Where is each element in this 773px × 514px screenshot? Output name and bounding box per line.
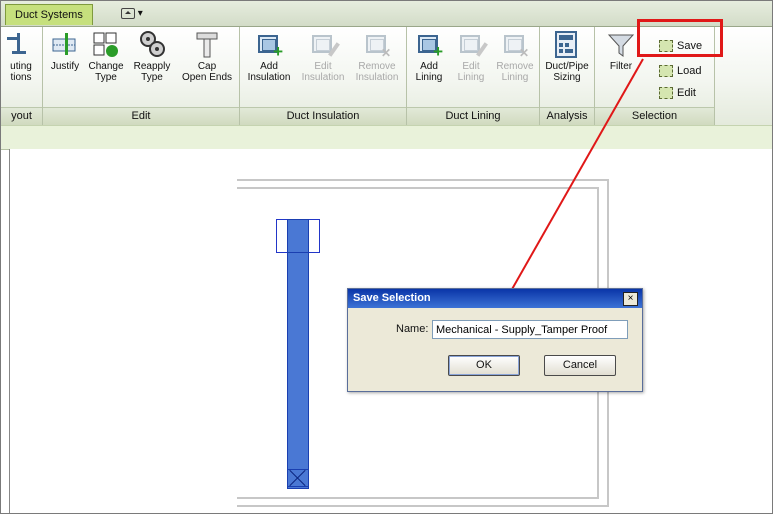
cap-open-ends-button[interactable]: Cap Open Ends xyxy=(177,29,237,83)
justify-button[interactable]: Justify xyxy=(45,29,85,72)
edit-lining-button[interactable]: Edit Lining xyxy=(451,29,491,83)
add-lining-button[interactable]: + Add Lining xyxy=(409,29,449,83)
duct-pipe-sizing-icon xyxy=(553,29,581,59)
save-highlight-box xyxy=(637,19,723,57)
change-type-icon xyxy=(92,29,120,59)
name-label: Name: xyxy=(396,323,429,335)
quick-access-dropdown[interactable]: ▾ xyxy=(121,7,147,20)
panel-layout: uting tions yout xyxy=(1,27,43,125)
dialog-title: Save Selection xyxy=(353,292,431,304)
filter-funnel-icon xyxy=(607,29,635,59)
tab-duct-systems[interactable]: Duct Systems xyxy=(5,4,93,25)
remove-lining-icon: ✕ xyxy=(501,29,529,59)
routing-solutions-button[interactable]: uting tions xyxy=(1,29,41,83)
justify-icon xyxy=(51,29,79,59)
panel-title-duct-lining: Duct Lining xyxy=(407,107,539,125)
selection-name-input[interactable] xyxy=(432,320,628,339)
panel-duct-lining: + Add Lining Edit Lining ✕ Remove Lining… xyxy=(407,27,540,125)
cap-open-ends-icon xyxy=(193,29,221,59)
panel-title-analysis: Analysis xyxy=(540,107,594,125)
add-insulation-button[interactable]: + Add Insulation xyxy=(243,29,295,83)
duct-pipe-sizing-button[interactable]: Duct/Pipe Sizing xyxy=(542,29,592,83)
panel-title-selection: Selection xyxy=(595,107,714,125)
options-bar xyxy=(1,125,772,150)
cancel-button[interactable]: Cancel xyxy=(544,355,616,376)
selected-duct[interactable] xyxy=(287,219,309,489)
close-icon[interactable]: × xyxy=(623,292,638,306)
change-type-button[interactable]: Change Type xyxy=(85,29,127,83)
panel-duct-insulation: + Add Insulation Edit Insulation ✕ Remov… xyxy=(240,27,407,125)
remove-insulation-icon: ✕ xyxy=(363,29,391,59)
panel-title-duct-insulation: Duct Insulation xyxy=(240,107,406,125)
add-insulation-icon: + xyxy=(255,29,283,60)
edit-selection-icon xyxy=(659,87,673,100)
edit-insulation-icon xyxy=(309,29,340,59)
panel-edit: Justify Change Type Reapply Type Cap Ope… xyxy=(43,27,240,125)
panel-title-layout: yout xyxy=(1,107,42,125)
remove-insulation-button[interactable]: ✕ Remove Insulation xyxy=(351,29,403,83)
load-selection-button[interactable]: Load xyxy=(659,64,701,78)
reapply-type-icon xyxy=(138,29,166,59)
ok-button[interactable]: OK xyxy=(448,355,520,376)
edit-selection-button[interactable]: Edit xyxy=(659,86,696,100)
ribbon-empty-area xyxy=(715,27,772,125)
reapply-type-button[interactable]: Reapply Type xyxy=(129,29,175,83)
panel-analysis: Duct/Pipe Sizing Analysis xyxy=(540,27,595,125)
dropdown-box-icon xyxy=(121,7,135,19)
edit-lining-icon xyxy=(457,29,488,59)
duct-end-cap[interactable] xyxy=(287,469,309,487)
dialog-title-bar[interactable]: Save Selection × xyxy=(348,289,642,308)
routing-solutions-icon xyxy=(7,29,35,59)
add-lining-icon: + xyxy=(415,29,443,60)
remove-lining-button[interactable]: ✕ Remove Lining xyxy=(493,29,537,83)
duct-top-fitting[interactable] xyxy=(276,219,320,253)
application-window: Duct Systems ▾ uting tions yout Justify … xyxy=(0,0,773,514)
save-selection-dialog: Save Selection × Name: OK Cancel xyxy=(347,288,643,392)
panel-title-edit: Edit xyxy=(43,107,239,125)
filter-button[interactable]: Filter xyxy=(603,29,639,72)
edit-insulation-button[interactable]: Edit Insulation xyxy=(297,29,349,83)
load-selection-icon xyxy=(659,65,673,78)
